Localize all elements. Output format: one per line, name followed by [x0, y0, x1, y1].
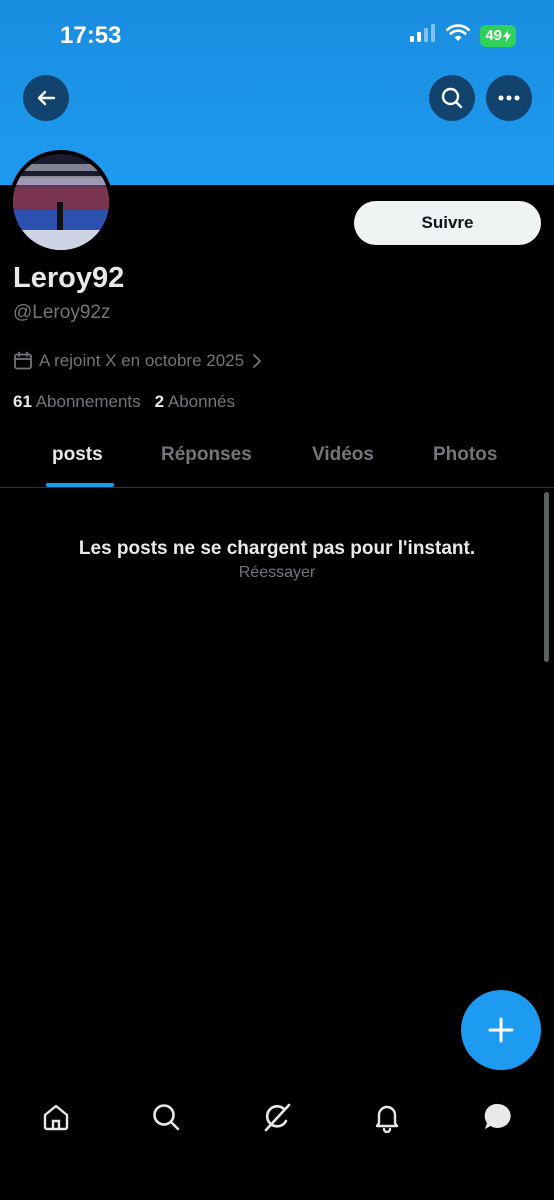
tab-posts[interactable]: posts	[52, 444, 103, 466]
grok-icon	[264, 1103, 291, 1132]
plus-icon	[488, 1017, 514, 1043]
bottom-nav	[0, 1085, 554, 1145]
avatar[interactable]	[9, 150, 113, 254]
wifi-icon	[446, 24, 471, 47]
more-button[interactable]	[486, 75, 532, 121]
nav-home[interactable]	[36, 1097, 76, 1137]
followers-label: Abonnés	[167, 392, 236, 411]
profile-tabs: posts Réponses Vidéos Photos	[0, 430, 554, 488]
nav-explore[interactable]	[146, 1097, 186, 1137]
search-button[interactable]	[429, 75, 475, 121]
nav-messages[interactable]	[478, 1097, 518, 1137]
message-icon	[484, 1103, 511, 1129]
search-icon	[153, 1104, 180, 1131]
more-icon	[498, 95, 520, 101]
chevron-right-icon	[253, 354, 261, 368]
back-arrow-icon	[37, 90, 56, 106]
compose-button[interactable]	[461, 990, 541, 1070]
active-tab-indicator	[46, 483, 114, 487]
followers-count: 2	[154, 392, 165, 411]
followers-link[interactable]: 2 Abonnés	[155, 392, 235, 412]
tab-videos[interactable]: Vidéos	[312, 444, 374, 466]
joined-text: A rejoint X en octobre 2025	[39, 351, 245, 370]
joined-date-row[interactable]: A rejoint X en octobre 2025	[13, 351, 264, 371]
search-icon	[441, 87, 463, 109]
status-indicators: 49	[410, 24, 516, 47]
status-time: 17:53	[60, 22, 122, 49]
following-label: Abonnements	[35, 392, 141, 411]
calendar-icon	[14, 351, 32, 370]
battery-indicator: 49	[480, 24, 516, 47]
avatar-image	[13, 154, 109, 250]
display-name: Leroy92	[13, 262, 125, 294]
signal-icon	[410, 24, 436, 47]
retry-link[interactable]: Réessayer	[0, 564, 554, 582]
home-icon	[43, 1104, 69, 1131]
tab-replies[interactable]: Réponses	[161, 444, 252, 466]
handle: @Leroy92z	[13, 302, 111, 323]
tab-photos[interactable]: Photos	[433, 444, 497, 466]
nav-grok[interactable]	[257, 1097, 297, 1137]
follow-stats: 61 Abonnements 2 Abonnés	[13, 392, 235, 412]
nav-notifications[interactable]	[367, 1097, 407, 1137]
following-link[interactable]: 61 Abonnements	[13, 392, 141, 412]
battery-level: 49	[485, 26, 502, 44]
following-count: 61	[13, 392, 32, 411]
bell-icon	[375, 1105, 399, 1133]
charging-icon	[503, 29, 511, 42]
follow-button[interactable]: Suivre	[354, 201, 541, 245]
back-button[interactable]	[23, 75, 69, 121]
feed-error-message: Les posts ne se chargent pas pour l'inst…	[78, 538, 476, 559]
scrollbar[interactable]	[544, 492, 549, 662]
